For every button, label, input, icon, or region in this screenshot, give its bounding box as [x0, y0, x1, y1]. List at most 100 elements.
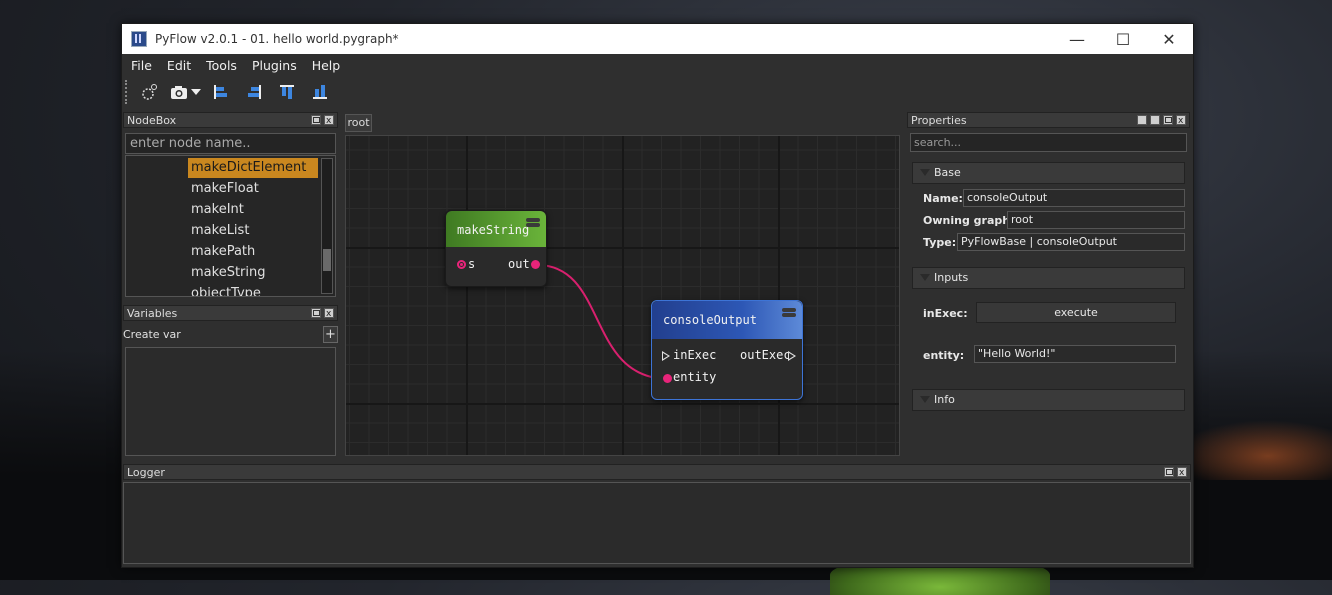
output-pin-outExec[interactable]	[788, 351, 796, 361]
menu-plugins[interactable]: Plugins	[246, 58, 303, 73]
pin-label-out: out	[508, 257, 530, 271]
node-collapse-icon[interactable]	[526, 218, 540, 222]
inexec-label: inExec:	[923, 307, 968, 320]
name-label: Name:	[923, 192, 963, 205]
app-icon	[131, 31, 147, 47]
input-pin-s[interactable]	[457, 260, 466, 269]
output-pin-out[interactable]	[531, 260, 540, 269]
properties-titlebar[interactable]: Properties	[907, 112, 1190, 129]
nodebox-item-makeInt[interactable]: makeInt	[188, 200, 318, 220]
nodebox-search-input[interactable]: enter node name..	[125, 133, 336, 154]
maximize-button[interactable]: ☐	[1100, 24, 1146, 54]
float-icon[interactable]	[311, 308, 321, 318]
owning-graph-label: Owning graph:	[923, 214, 1015, 227]
menu-bar: File Edit Tools Plugins Help	[122, 54, 1193, 76]
nodebox-item-objectType[interactable]: objectType	[188, 284, 318, 296]
variables-title: Variables	[127, 307, 178, 320]
nodebox-item-makeList[interactable]: makeList	[188, 221, 318, 241]
pin-label-outExec: outExec	[740, 348, 791, 362]
maximize-icon: ☐	[1115, 29, 1131, 49]
lock-icon[interactable]	[1137, 115, 1147, 125]
toolbar	[122, 76, 1193, 108]
nodebox-item-makeFloat[interactable]: makeFloat	[188, 179, 318, 199]
node-title: makeString	[457, 223, 530, 237]
screenshot-dropdown[interactable]	[191, 80, 201, 104]
nodebox-list: makeDictElement makeFloat makeInt makeLi…	[125, 155, 336, 297]
align-right-icon	[248, 85, 261, 99]
float-icon[interactable]	[1163, 115, 1173, 125]
node-collapse-icon[interactable]	[782, 308, 796, 312]
nodebox-scrollbar[interactable]	[321, 158, 333, 294]
section-inputs[interactable]: Inputs	[912, 267, 1185, 289]
nodebox-item-makeString[interactable]: makeString	[188, 263, 318, 283]
owning-graph-field[interactable]: root	[1007, 211, 1185, 229]
screenshot-icon	[171, 86, 187, 99]
clear-icon[interactable]	[1150, 115, 1160, 125]
logger-titlebar[interactable]: Logger	[123, 464, 1191, 481]
close-panel-icon[interactable]	[1177, 465, 1187, 481]
connections-layer	[536, 264, 670, 380]
node-title: consoleOutput	[663, 313, 757, 327]
settings-icon	[142, 84, 157, 100]
align-bottom-icon	[313, 85, 327, 99]
align-left-icon	[214, 85, 227, 99]
create-var-label: Create var	[123, 328, 181, 341]
desktop-glow	[1172, 420, 1332, 480]
toolbar-grip[interactable]	[125, 80, 129, 104]
menu-tools[interactable]: Tools	[200, 58, 243, 73]
close-panel-icon[interactable]	[324, 306, 334, 322]
nodebox-title: NodeBox	[127, 114, 177, 127]
pin-label-s: s	[468, 257, 476, 271]
graph-tab-root[interactable]: root	[345, 114, 372, 132]
nodebox-item-makePath[interactable]: makePath	[188, 242, 318, 262]
type-field: PyFlowBase | consoleOutput	[957, 233, 1185, 251]
graph-canvas[interactable]: makeString s out consoleOutput inExec ou…	[345, 135, 900, 456]
nodebox-titlebar[interactable]: NodeBox	[123, 112, 338, 129]
menu-file[interactable]: File	[125, 58, 158, 73]
minimize-button[interactable]: —	[1054, 24, 1100, 54]
close-panel-icon[interactable]	[1176, 113, 1186, 129]
align-top-button[interactable]	[274, 80, 300, 104]
node-makeString[interactable]: makeString s out	[445, 210, 547, 287]
section-info[interactable]: Info	[912, 389, 1185, 411]
input-pin-inExec[interactable]	[662, 351, 670, 361]
add-variable-button[interactable]: +	[323, 326, 338, 343]
properties-search-input[interactable]: search...	[910, 133, 1187, 152]
pyflow-window: PyFlow v2.0.1 - 01. hello world.pygraph*…	[121, 23, 1194, 568]
menu-edit[interactable]: Edit	[161, 58, 197, 73]
screenshot-button[interactable]	[169, 80, 189, 104]
type-label: Type:	[923, 236, 957, 249]
properties-title: Properties	[911, 114, 967, 127]
node-header[interactable]: makeString	[446, 211, 546, 247]
scrollbar-thumb[interactable]	[323, 249, 331, 271]
node-consoleOutput[interactable]: consoleOutput inExec outExec entity	[651, 300, 803, 400]
nodebox-item-makeDictElement[interactable]: makeDictElement	[188, 158, 318, 178]
align-left-button[interactable]	[208, 80, 234, 104]
window-title: PyFlow v2.0.1 - 01. hello world.pygraph*	[155, 32, 399, 46]
float-icon[interactable]	[1164, 467, 1174, 477]
settings-button[interactable]	[136, 80, 162, 104]
variables-list	[125, 347, 336, 456]
variables-titlebar[interactable]: Variables	[123, 305, 338, 322]
close-panel-icon[interactable]	[324, 113, 334, 129]
input-pin-entity[interactable]	[663, 374, 672, 383]
logger-title: Logger	[127, 466, 165, 479]
align-right-button[interactable]	[241, 80, 267, 104]
align-top-icon	[280, 85, 294, 99]
entity-field[interactable]: "Hello World!"	[974, 345, 1176, 363]
menu-help[interactable]: Help	[306, 58, 347, 73]
execute-button[interactable]: execute	[976, 302, 1176, 323]
entity-label: entity:	[923, 349, 965, 362]
align-bottom-button[interactable]	[307, 80, 333, 104]
float-icon[interactable]	[311, 115, 321, 125]
dropdown-arrow-icon	[191, 89, 201, 95]
connection-wire[interactable]	[536, 264, 670, 380]
pin-label-inExec: inExec	[673, 348, 717, 362]
create-var-row: Create var +	[123, 325, 338, 345]
name-field[interactable]: consoleOutput	[963, 189, 1185, 207]
close-button[interactable]: ✕	[1146, 24, 1192, 54]
section-base[interactable]: Base	[912, 162, 1185, 184]
node-header[interactable]: consoleOutput	[652, 301, 802, 339]
title-bar[interactable]: PyFlow v2.0.1 - 01. hello world.pygraph*…	[122, 24, 1193, 54]
pin-label-entity: entity	[673, 370, 717, 384]
